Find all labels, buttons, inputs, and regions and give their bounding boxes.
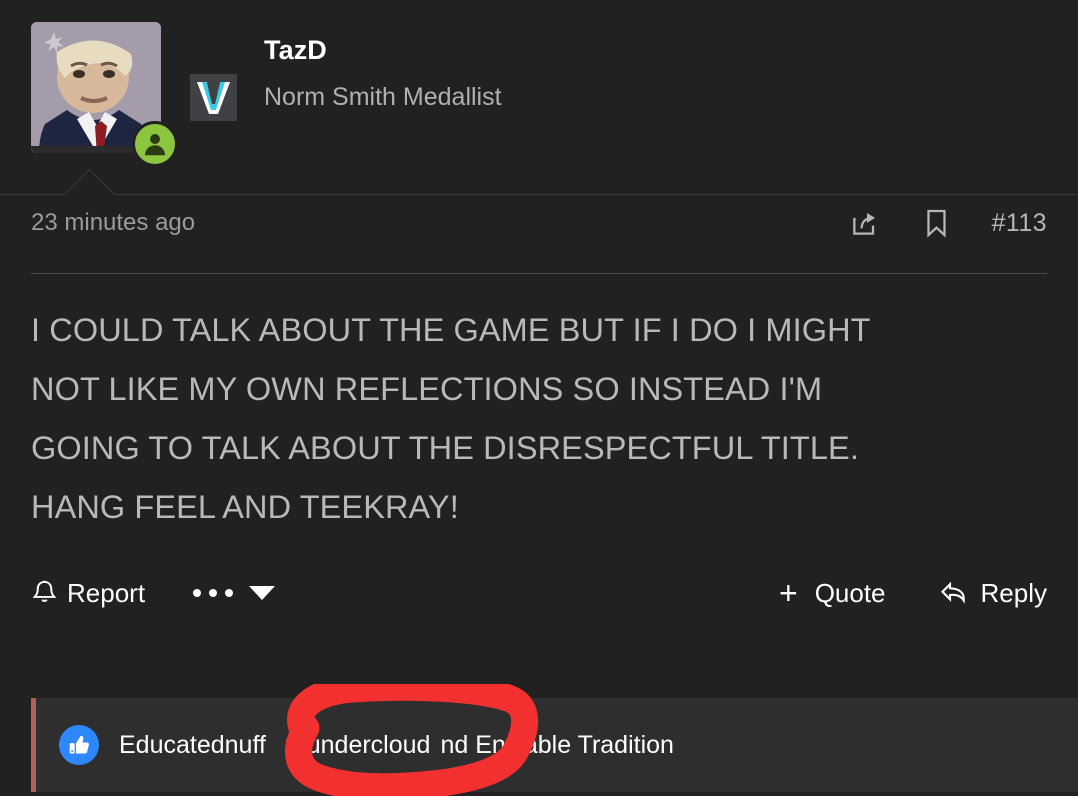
user-meta: TazD Norm Smith Medallist	[264, 22, 502, 111]
reply-label: Reply	[980, 577, 1047, 608]
post-header: TazD Norm Smith Medallist	[0, 0, 1078, 195]
avatar-wrapper[interactable]	[31, 22, 178, 167]
report-label: Report	[67, 577, 146, 608]
bell-icon	[32, 580, 57, 602]
post-actions-right: + Quote Reply	[779, 577, 1047, 609]
post-meta-actions: #113	[849, 207, 1047, 239]
user-title: Norm Smith Medallist	[264, 82, 502, 111]
post-meta-row: 23 minutes ago #113	[0, 173, 1078, 273]
reply-arrow-icon	[940, 581, 965, 604]
speech-pointer-notch	[62, 167, 118, 195]
post-body: I COULD TALK ABOUT THE GAME BUT IF I DO …	[0, 274, 1078, 537]
user-badge[interactable]	[190, 74, 237, 121]
username[interactable]: TazD	[264, 35, 502, 66]
reaction-users: Educatednuff thundercloud nd Enviable Trad…	[119, 731, 674, 760]
post-actions: Report + Quote Reply	[0, 565, 1078, 621]
share-icon	[852, 213, 875, 235]
bookmark-icon	[926, 209, 946, 238]
reaction-user-2[interactable]: thundercloud	[286, 731, 431, 759]
ellipsis-icon	[193, 589, 234, 597]
share-button[interactable]	[849, 207, 881, 239]
online-status-badge	[132, 121, 178, 167]
quote-button[interactable]: + Quote	[779, 577, 886, 609]
report-button[interactable]: Report	[31, 578, 145, 609]
reactions-bar: Educatednuff thundercloud nd Enviable Trad…	[31, 698, 1078, 792]
bookmark-button[interactable]	[923, 207, 950, 239]
quote-label: Quote	[814, 577, 886, 608]
post-actions-left: Report	[31, 578, 276, 609]
forum-post: TazD Norm Smith Medallist 23 minutes ago…	[0, 0, 1078, 796]
post-timestamp[interactable]: 23 minutes ago	[31, 209, 195, 237]
v-badge-icon	[190, 74, 237, 121]
more-options-button[interactable]	[193, 586, 276, 600]
chevron-down-icon	[249, 586, 276, 600]
post-body-line: I COULD TALK ABOUT THE GAME BUT IF I DO …	[31, 312, 871, 348]
reply-button[interactable]: Reply	[938, 578, 1047, 609]
post-number[interactable]: #113	[992, 209, 1047, 238]
header-divider	[0, 194, 1078, 195]
online-status-icon	[145, 134, 165, 156]
reaction-trailing-text: nd Enviable Tradition	[440, 730, 674, 759]
plus-icon: +	[779, 575, 798, 611]
post-body-line: NOT LIKE MY OWN REFLECTIONS SO INSTEAD I…	[31, 371, 823, 407]
reaction-user-1[interactable]: Educatednuff	[119, 731, 266, 759]
like-reaction-badge[interactable]	[59, 725, 99, 765]
post-body-line: HANG FEEL AND TEEKRAY!	[31, 489, 459, 525]
post-body-line: GOING TO TALK ABOUT THE DISRESPECTFUL TI…	[31, 430, 859, 466]
thumbs-up-icon	[69, 735, 89, 754]
